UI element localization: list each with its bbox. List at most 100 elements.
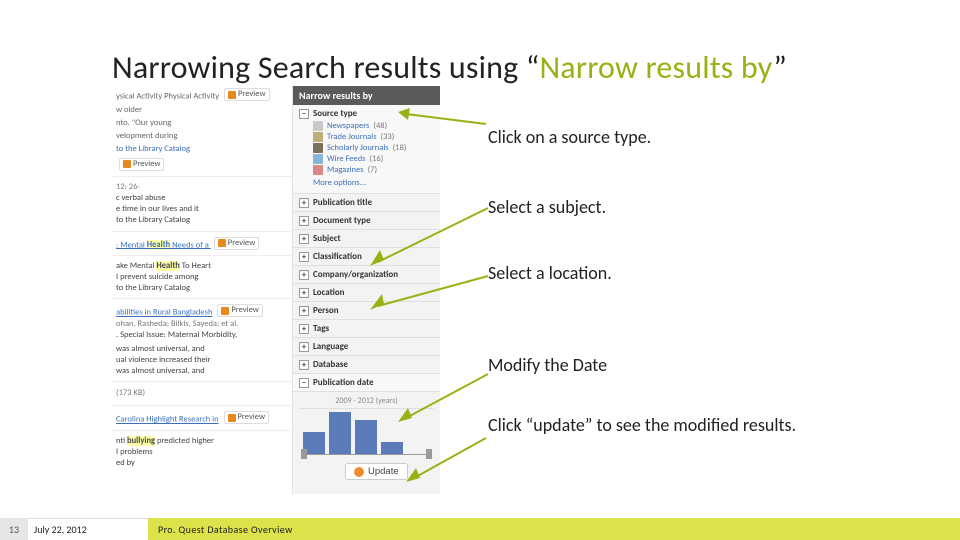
date-range-label: 2009 - 2012 (years): [299, 396, 434, 406]
title-accent: Narrow results by: [539, 48, 773, 87]
callout-subject: Select a subject.: [488, 196, 606, 218]
facet-tags[interactable]: + Tags: [293, 320, 440, 338]
facet-label: Database: [313, 359, 348, 370]
slide-title: Narrowing Search results using “Narrow r…: [112, 48, 787, 87]
narrow-panel-header: Narrow results by: [293, 86, 440, 105]
source-icon: [313, 132, 323, 142]
catalog-link[interactable]: to the Library Catalog: [116, 144, 190, 154]
source-type-list: Newspapers (48) Trade Journals (33) Scho…: [313, 121, 434, 175]
update-label: Update: [368, 466, 399, 477]
expand-icon[interactable]: +: [299, 324, 309, 334]
slide-footer: 13 July 22, 2012 Pro. Quest Database Ove…: [0, 518, 960, 540]
slide-date: July 22, 2012: [28, 518, 148, 540]
facet-label: Person: [313, 305, 339, 316]
facet-label: Publication title: [313, 197, 372, 208]
facet-source-type[interactable]: −Source type Newspapers (48) Trade Journ…: [293, 105, 440, 194]
narrow-panel: Narrow results by −Source type Newspaper…: [292, 86, 440, 494]
result-fragment: : Mental Health Needs of a Preview: [112, 231, 292, 256]
collapse-icon[interactable]: −: [299, 378, 309, 388]
update-button[interactable]: Update: [345, 463, 408, 480]
source-type-item[interactable]: Trade Journals (33): [313, 132, 434, 142]
facet-label: Language: [313, 341, 348, 352]
preview-badge[interactable]: Preview: [217, 304, 262, 317]
facet-person[interactable]: + Person: [293, 302, 440, 320]
facet-label: Subject: [313, 233, 341, 244]
expand-icon[interactable]: +: [299, 306, 309, 316]
preview-badge[interactable]: Preview: [224, 88, 269, 101]
preview-badge[interactable]: Preview: [224, 411, 269, 424]
facet-label: Document type: [313, 215, 371, 226]
result-fragment: Carolina Highlight Research in Preview: [112, 405, 292, 430]
callout-source-type: Click on a source type.: [488, 126, 651, 148]
facet-classification[interactable]: + Classification: [293, 248, 440, 266]
facet-document-type[interactable]: + Document type: [293, 212, 440, 230]
expand-icon[interactable]: +: [299, 360, 309, 370]
expand-icon[interactable]: +: [299, 198, 309, 208]
result-fragment: nti bullying predicted higher I problems…: [112, 430, 292, 473]
expand-icon[interactable]: +: [299, 342, 309, 352]
snippet: nto. "Our young: [116, 118, 288, 129]
result-sub: . Special Issue: Maternal Morbidity,: [116, 330, 288, 341]
result-title-frag: ysical Activity Physical Activity: [116, 92, 219, 102]
expand-icon[interactable]: +: [299, 252, 309, 262]
facet-label: Classification: [313, 251, 362, 262]
result-meta: 12: 26-: [116, 182, 288, 193]
histogram-bar[interactable]: [355, 420, 377, 454]
callout-update: Click “update” to see the modified resul…: [488, 414, 808, 437]
source-icon: [313, 121, 323, 131]
catalog-link[interactable]: to the Library Catalog: [116, 283, 190, 293]
facet-database[interactable]: + Database: [293, 356, 440, 374]
catalog-link[interactable]: to the Library Catalog: [116, 215, 190, 225]
source-icon: [313, 143, 323, 153]
histogram-bar[interactable]: [329, 412, 351, 454]
more-options-link[interactable]: More options...: [313, 178, 366, 190]
pdf-size: (173 KB): [112, 381, 292, 405]
snippet: I problems: [116, 447, 288, 458]
source-type-item[interactable]: Newspapers (48): [313, 121, 434, 131]
date-slider[interactable]: [301, 454, 432, 455]
expand-icon[interactable]: +: [299, 234, 309, 244]
snippet: I prevent suicide among: [116, 272, 288, 283]
facet-label: Tags: [313, 323, 329, 334]
facet-company-org[interactable]: + Company/organization: [293, 266, 440, 284]
date-histogram[interactable]: [299, 408, 434, 454]
facet-publication-title[interactable]: + Publication title: [293, 194, 440, 212]
facet-location[interactable]: + Location: [293, 284, 440, 302]
facet-publication-date[interactable]: −Publication date: [293, 374, 440, 392]
slide-number: 13: [0, 518, 28, 540]
facet-subject[interactable]: + Subject: [293, 230, 440, 248]
facet-label: Location: [313, 287, 345, 298]
refresh-icon: [354, 467, 364, 477]
result-fragment: abilities in Rural Bangladesh Preview oh…: [112, 298, 292, 381]
preview-badge[interactable]: Preview: [119, 158, 164, 171]
source-type-item[interactable]: Wire Feeds (16): [313, 154, 434, 164]
expand-icon[interactable]: +: [299, 216, 309, 226]
facet-language[interactable]: + Language: [293, 338, 440, 356]
snippet: e time in our lives and it: [116, 204, 288, 215]
snippet: was almost universal, and: [116, 344, 288, 355]
facet-label: Source type: [313, 108, 357, 119]
facet-label: Publication date: [313, 377, 374, 388]
snippet: c verbal abuse: [116, 193, 288, 204]
histogram-bar[interactable]: [381, 442, 403, 454]
result-fragment: ake Mental Health To Heart I prevent sui…: [112, 255, 292, 298]
callout-location: Select a location.: [488, 262, 612, 284]
source-icon: [313, 154, 323, 164]
source-type-item[interactable]: Scholarly Journals (18): [313, 143, 434, 153]
facet-label: Company/organization: [313, 269, 398, 280]
preview-badge[interactable]: Preview: [214, 237, 259, 250]
source-type-item[interactable]: Magazines (7): [313, 165, 434, 175]
expand-icon[interactable]: +: [299, 270, 309, 280]
callout-date: Modify the Date: [488, 354, 607, 376]
snippet: w older: [116, 105, 288, 116]
open-quote: “: [526, 48, 540, 87]
result-title-link[interactable]: abilities in Rural Bangladesh: [116, 308, 212, 318]
close-quote: ”: [773, 48, 787, 87]
result-fragment: ysical Activity Physical Activity Previe…: [112, 86, 292, 176]
snippet: was almost universal, and: [116, 366, 288, 377]
expand-icon[interactable]: +: [299, 288, 309, 298]
result-fragment: 12: 26- c verbal abuse e time in our liv…: [112, 176, 292, 230]
result-title-link[interactable]: : Mental Health Needs of a: [116, 240, 211, 250]
result-title-link[interactable]: Carolina Highlight Research in: [116, 415, 219, 425]
collapse-icon[interactable]: −: [299, 109, 309, 119]
